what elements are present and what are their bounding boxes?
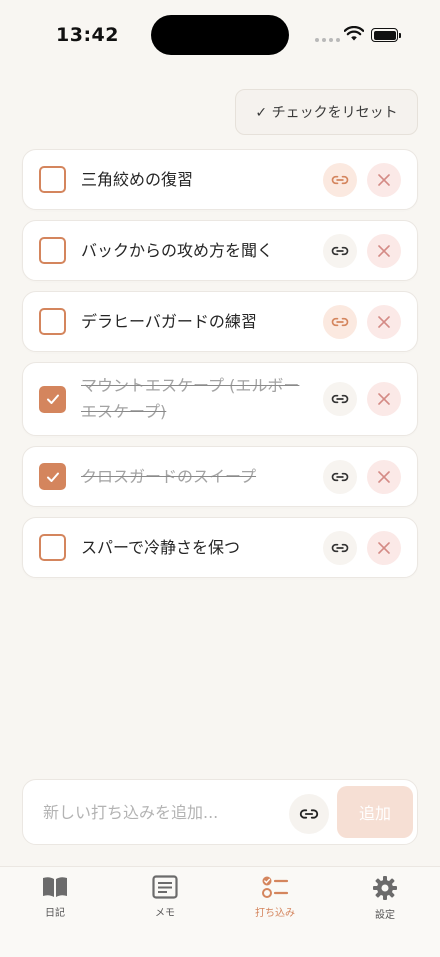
close-icon bbox=[378, 470, 390, 483]
add-drill-bar: 追加 bbox=[22, 779, 418, 845]
book-icon bbox=[43, 877, 67, 897]
battery-icon bbox=[371, 28, 401, 42]
status-time: 13:42 bbox=[56, 24, 119, 46]
note-icon bbox=[152, 875, 178, 899]
item-text: 三角絞めの復習 bbox=[81, 169, 194, 189]
tab-drills[interactable]: 打ち込み bbox=[235, 875, 315, 919]
checkmark-icon bbox=[46, 394, 59, 404]
item-link-button[interactable] bbox=[323, 459, 357, 494]
tab-diary[interactable]: 日記 bbox=[15, 875, 95, 919]
reset-checks-button[interactable]: ✓ チェックをリセット bbox=[235, 89, 418, 135]
link-icon bbox=[331, 543, 349, 552]
item-delete-button[interactable] bbox=[367, 233, 401, 268]
tab-drills-label: 打ち込み bbox=[255, 908, 295, 919]
checklist-icon bbox=[262, 876, 289, 898]
close-icon bbox=[378, 393, 390, 405]
close-icon bbox=[378, 541, 390, 554]
item-text: スパーで冷静さを保つ bbox=[81, 537, 241, 557]
close-icon bbox=[378, 244, 390, 257]
item-checkbox[interactable] bbox=[39, 308, 66, 335]
list-item: マウントエスケープ (エルボーエスケープ) bbox=[22, 362, 418, 436]
item-checkbox[interactable] bbox=[39, 166, 66, 193]
tab-memo[interactable]: メモ bbox=[125, 875, 205, 919]
dynamic-island bbox=[151, 15, 289, 55]
link-icon bbox=[331, 317, 349, 326]
list-item: バックからの攻め方を聞く bbox=[22, 220, 418, 281]
item-link-button[interactable] bbox=[323, 162, 357, 197]
list-item: デラヒーバガードの練習 bbox=[22, 291, 418, 352]
new-drill-input[interactable] bbox=[35, 790, 285, 834]
item-link-button[interactable] bbox=[323, 233, 357, 268]
tab-settings-label: 設定 bbox=[375, 910, 395, 921]
tab-bar: 日記 メモ 打ち込み 設定 bbox=[0, 866, 440, 957]
wifi-icon bbox=[344, 26, 364, 41]
item-link-button[interactable] bbox=[323, 530, 357, 565]
item-delete-button[interactable] bbox=[367, 162, 401, 197]
add-button-label: 追加 bbox=[358, 804, 391, 823]
link-icon bbox=[331, 394, 349, 404]
item-delete-button[interactable] bbox=[367, 304, 401, 339]
item-delete-button[interactable] bbox=[367, 530, 401, 565]
tab-diary-label: 日記 bbox=[45, 908, 65, 919]
link-icon bbox=[331, 472, 349, 481]
item-text: マウントエスケープ (エルボーエスケープ) bbox=[81, 376, 300, 421]
add-button[interactable]: 追加 bbox=[337, 786, 413, 838]
tab-memo-label: メモ bbox=[155, 908, 175, 919]
item-link-button[interactable] bbox=[323, 382, 357, 416]
item-checkbox[interactable] bbox=[39, 534, 66, 561]
list-item: スパーで冷静さを保つ bbox=[22, 517, 418, 578]
item-delete-button[interactable] bbox=[367, 459, 401, 494]
item-delete-button[interactable] bbox=[367, 382, 401, 416]
list-item: 三角絞めの復習 bbox=[22, 149, 418, 210]
item-checkbox[interactable] bbox=[39, 463, 66, 490]
checkmark-icon bbox=[46, 472, 59, 482]
item-text: クロスガードのスイープ bbox=[81, 466, 257, 486]
add-link-button[interactable] bbox=[289, 794, 329, 834]
item-text: デラヒーバガードの練習 bbox=[81, 311, 257, 331]
close-icon bbox=[378, 173, 390, 186]
item-link-button[interactable] bbox=[323, 304, 357, 339]
gear-icon bbox=[373, 876, 397, 900]
link-icon bbox=[331, 175, 349, 184]
tab-settings[interactable]: 設定 bbox=[345, 875, 425, 921]
item-checkbox[interactable] bbox=[39, 385, 66, 413]
link-icon bbox=[299, 809, 319, 819]
item-checkbox[interactable] bbox=[39, 237, 66, 264]
signal-dots-icon bbox=[315, 38, 340, 42]
close-icon bbox=[378, 315, 390, 328]
list-item: クロスガードのスイープ bbox=[22, 446, 418, 507]
status-bar: 13:42 bbox=[0, 0, 440, 70]
reset-checks-label: ✓ チェックをリセット bbox=[255, 105, 398, 121]
item-text: バックからの攻め方を聞く bbox=[81, 240, 274, 260]
link-icon bbox=[331, 246, 349, 255]
drill-list: 三角絞めの復習バックからの攻め方を聞く デラヒーバガードの練習マウントエスケープ … bbox=[22, 149, 418, 578]
